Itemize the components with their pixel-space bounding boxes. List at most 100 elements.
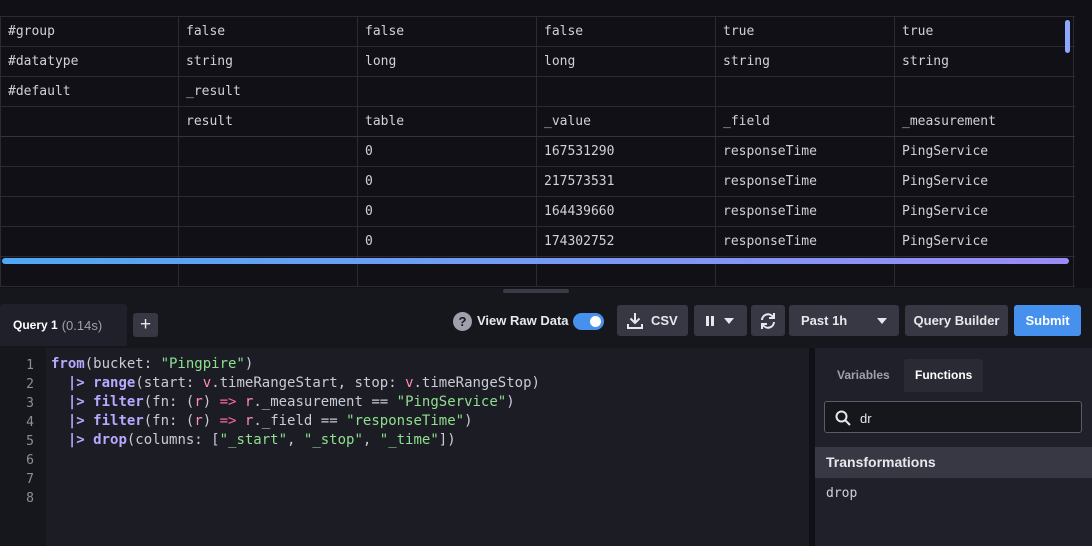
refresh-button[interactable]: [751, 305, 785, 336]
function-item-drop[interactable]: drop: [826, 486, 857, 501]
code-token: ): [202, 413, 220, 429]
view-raw-data-label: View Raw Data: [477, 313, 569, 328]
table-cell: true: [716, 17, 895, 46]
table-cell: string: [895, 47, 1074, 76]
table-cell: table: [358, 107, 537, 136]
code-line: |> range(start: v.timeRangeStart, stop: …: [51, 375, 540, 391]
code-token: drop: [93, 432, 127, 448]
table-cell: _field: [716, 107, 895, 136]
table-cell: responseTime: [716, 197, 895, 226]
table-cell: true: [895, 17, 1074, 46]
table-cell: 0: [358, 167, 537, 196]
code-token: ,: [362, 432, 380, 448]
table-cell: false: [537, 17, 716, 46]
code-token: (fn: (: [143, 413, 195, 429]
table-cell: string: [179, 47, 358, 76]
table-cell: [1, 227, 179, 256]
table-row: result table _value _field _measurement: [0, 107, 1075, 137]
table-cell: #default: [1, 77, 179, 106]
code-token: |>: [67, 432, 85, 448]
time-range-dropdown[interactable]: Past 1h: [789, 305, 899, 336]
table-cell: 217573531: [537, 167, 716, 196]
table-row: 0 164439660 responseTime PingService: [0, 197, 1075, 227]
code-token: =>: [219, 413, 237, 429]
vertical-scrollbar[interactable]: [1065, 20, 1070, 53]
pause-icon: [704, 315, 716, 327]
line-number: 2: [26, 377, 34, 392]
table-row: 0 217573531 responseTime PingService: [0, 167, 1075, 197]
code-token: "_time": [379, 432, 439, 448]
table-cell: PingService: [895, 197, 1074, 226]
code-token: .timeRangeStop): [413, 375, 540, 391]
table-cell: 0: [358, 227, 537, 256]
table-cell: string: [716, 47, 895, 76]
table-cell: _value: [537, 107, 716, 136]
table-cell: false: [179, 17, 358, 46]
tab-variables[interactable]: Variables: [826, 359, 901, 392]
code-token: r: [194, 394, 203, 410]
time-range-label: Past 1h: [801, 313, 848, 328]
code-token: ]): [438, 432, 456, 448]
table-row: #group false false false true true: [0, 17, 1075, 47]
code-line: |> drop(columns: ["_start", "_stop", "_t…: [51, 432, 456, 448]
table-cell: responseTime: [716, 227, 895, 256]
table-cell: 174302752: [537, 227, 716, 256]
table-cell: long: [537, 47, 716, 76]
function-search-input[interactable]: [858, 402, 1072, 434]
table-cell: result: [179, 107, 358, 136]
table-cell: #group: [1, 17, 179, 46]
function-search[interactable]: [824, 401, 1082, 434]
submit-label: Submit: [1025, 313, 1070, 328]
code-line: from(bucket: "Pingpire"): [51, 356, 253, 372]
submit-button[interactable]: Submit: [1014, 305, 1081, 336]
resize-handle[interactable]: [503, 289, 569, 293]
query-tab[interactable]: Query 1 (0.14s): [0, 304, 127, 346]
tab-functions[interactable]: Functions: [904, 359, 984, 392]
help-icon[interactable]: ?: [453, 312, 472, 331]
toggle-knob: [590, 316, 601, 327]
csv-download-button[interactable]: CSV: [617, 305, 688, 336]
code-token: .timeRangeStart, stop:: [211, 375, 406, 391]
table-cell: responseTime: [716, 137, 895, 166]
table-cell: _measurement: [895, 107, 1074, 136]
code-token: "Pingpire": [160, 356, 245, 372]
table-row: #datatype string long long string string: [0, 47, 1075, 77]
raw-data-table: #group false false false true true #datatype st…: [0, 0, 1092, 288]
download-icon: [627, 312, 643, 330]
table-row: #default _result: [0, 77, 1075, 107]
table-cell: [537, 77, 716, 106]
code-token: r: [194, 413, 203, 429]
table-cell: _result: [179, 77, 358, 106]
code-token: ): [244, 356, 254, 372]
code-token: "responseTime": [346, 413, 465, 429]
code-token: (start:: [135, 375, 203, 391]
flux-script-editor[interactable]: 1 2 3 4 5 6 7 8 from(bucket: "Pingpire") |> ran…: [0, 348, 810, 546]
code-line: |> filter(fn: (r) => r._field == "respon…: [51, 413, 473, 429]
code-token: v: [202, 375, 212, 391]
horizontal-scrollbar[interactable]: [2, 258, 1069, 264]
view-raw-data-toggle[interactable]: [573, 313, 604, 330]
pause-dropdown-button[interactable]: [694, 305, 747, 336]
table-cell: 0: [358, 137, 537, 166]
code-token: filter: [93, 394, 144, 410]
query-builder-button[interactable]: Query Builder: [905, 305, 1008, 336]
code-token: v: [405, 375, 414, 391]
code-token: |>: [67, 413, 85, 429]
code-token: ,: [287, 432, 304, 448]
code-token: "_start": [219, 432, 288, 448]
code-token: "_stop": [303, 432, 363, 448]
table-cell: [1, 197, 179, 226]
add-query-button[interactable]: +: [133, 313, 158, 337]
code-token: |>: [67, 375, 85, 391]
line-number: 4: [26, 415, 34, 430]
code-token: "PingService": [396, 394, 507, 410]
line-number: 8: [26, 491, 34, 506]
code-token: ): [464, 413, 473, 429]
table-row: 0 167531290 responseTime PingService: [0, 137, 1075, 167]
table-cell: PingService: [895, 167, 1074, 196]
function-panel: Variables Functions Transformations drop: [815, 348, 1092, 546]
